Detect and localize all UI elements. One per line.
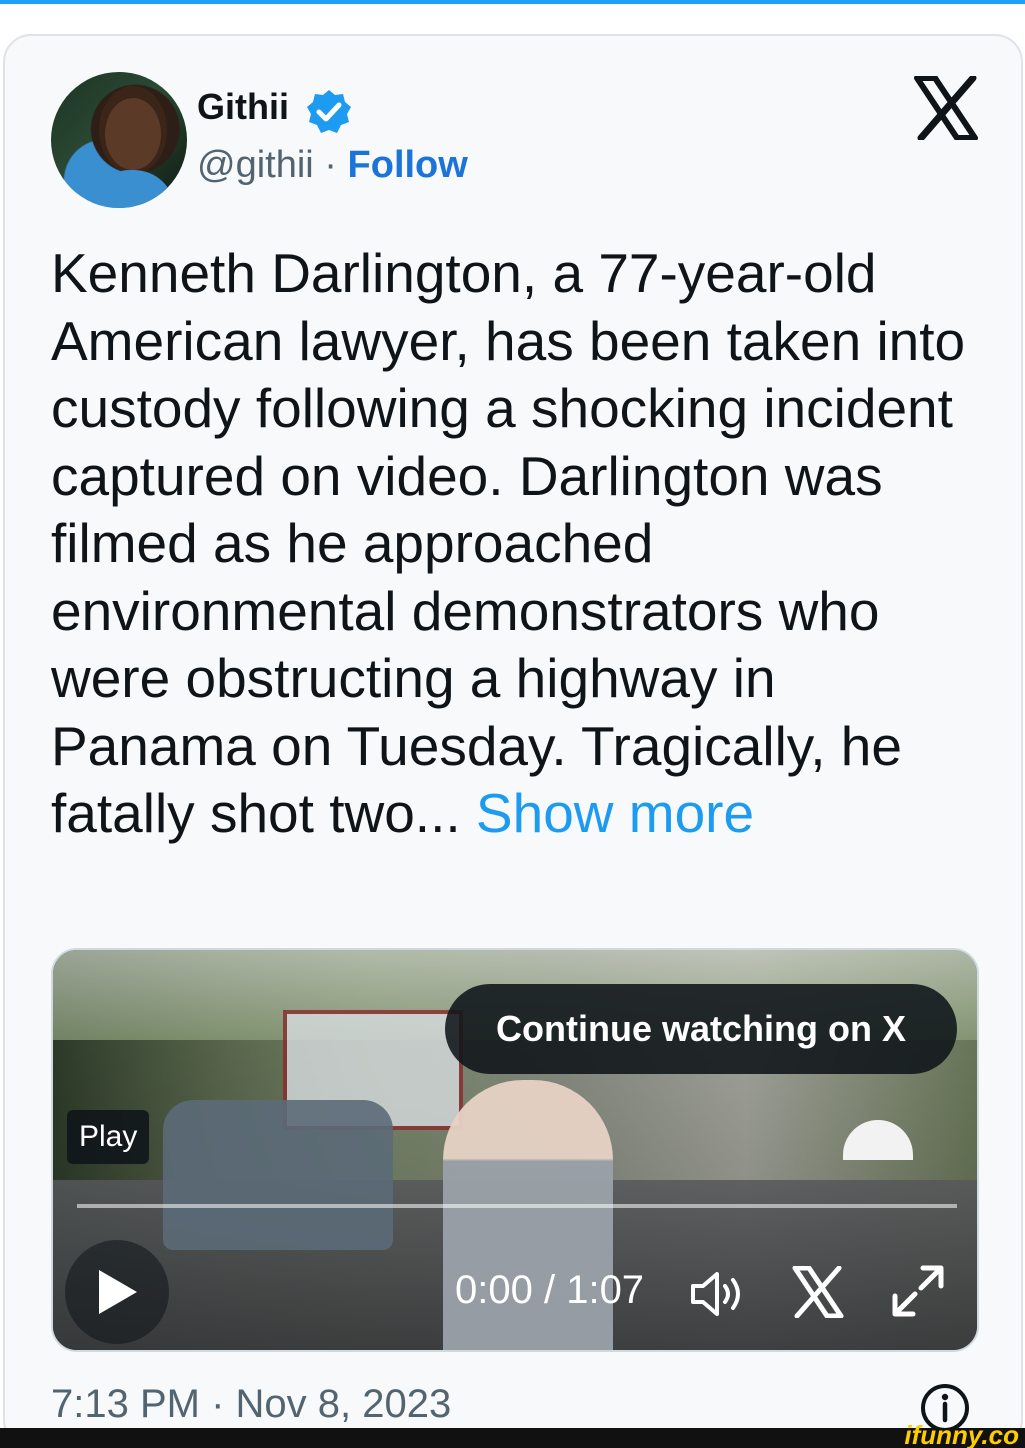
- handle-row: @githii · Follow: [197, 144, 468, 187]
- show-more-link[interactable]: Show more: [476, 782, 754, 844]
- follow-button[interactable]: Follow: [348, 144, 468, 186]
- author-name[interactable]: Githii: [197, 86, 289, 128]
- video-progress-bar[interactable]: [77, 1204, 957, 1208]
- avatar[interactable]: [51, 72, 187, 208]
- top-rule: [0, 0, 1025, 4]
- video-player[interactable]: Continue watching on X Play 0:00 / 1:07: [51, 948, 979, 1352]
- time-total: 1:07: [566, 1268, 645, 1312]
- x-watch-icon[interactable]: [791, 1266, 845, 1318]
- video-time: 0:00 / 1:07: [455, 1268, 644, 1313]
- tweet-text: Kenneth Darlington, a 77-year-old Americ…: [51, 240, 991, 848]
- play-icon: [99, 1270, 137, 1314]
- fullscreen-icon[interactable]: [891, 1264, 945, 1318]
- author-handle[interactable]: @githii: [197, 144, 314, 186]
- play-button[interactable]: [65, 1240, 169, 1344]
- time-current: 0:00: [455, 1268, 533, 1312]
- play-tooltip: Play: [67, 1110, 150, 1164]
- x-logo-icon[interactable]: [913, 76, 979, 140]
- footer-bar: [0, 1428, 1025, 1448]
- video-frame-umbrella: [843, 1120, 913, 1160]
- volume-icon[interactable]: [689, 1270, 745, 1318]
- tweet-timestamp[interactable]: 7:13 PM · Nov 8, 2023: [51, 1382, 451, 1427]
- verified-badge-icon: [307, 90, 351, 133]
- watermark: ifunny.co: [904, 1420, 1019, 1448]
- video-frame-car: [163, 1100, 393, 1250]
- continue-watching-button[interactable]: Continue watching on X: [445, 984, 957, 1074]
- handle-separator: ·: [313, 144, 348, 186]
- tweet-card: Githii @githii · Follow Kenneth Darlingt…: [3, 34, 1023, 1448]
- time-separator: /: [532, 1268, 567, 1312]
- tweet-body: Kenneth Darlington, a 77-year-old Americ…: [51, 242, 966, 844]
- avatar-portrait: [81, 86, 177, 208]
